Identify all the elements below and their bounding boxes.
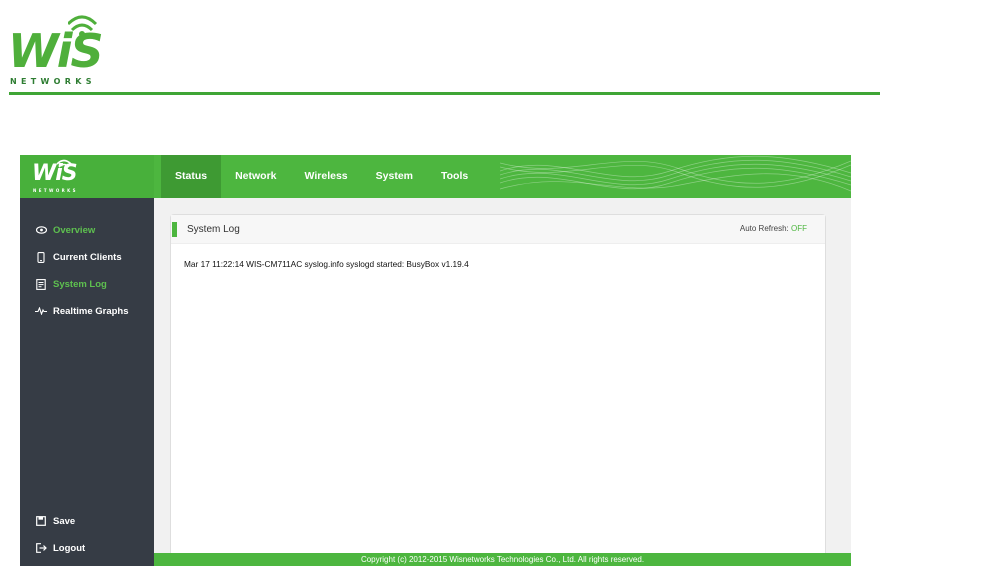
phone-icon	[35, 251, 47, 263]
panel-accent-bar	[172, 222, 177, 237]
nav-tab-network[interactable]: Network	[221, 155, 290, 198]
sidebar-item-overview[interactable]: Overview	[35, 223, 95, 237]
main-nav: Status Network Wireless System Tools	[161, 155, 482, 198]
sidebar-item-realtime-graphs[interactable]: Realtime Graphs	[35, 304, 129, 318]
save-button[interactable]: Save	[35, 514, 75, 528]
document-icon	[35, 278, 47, 290]
logout-button[interactable]: Logout	[35, 541, 85, 555]
save-label: Save	[53, 515, 76, 527]
footer-copyright: Copyright (c) 2012-2015 Wisnetworks Tech…	[154, 553, 851, 566]
log-entry: Mar 17 11:22:14 WIS-CM711AC syslog.info …	[184, 259, 469, 269]
header-divider	[9, 92, 880, 95]
decorative-wave-pattern	[500, 155, 851, 192]
sidebar-item-label: Realtime Graphs	[53, 305, 129, 317]
sidebar-item-label: Current Clients	[53, 251, 122, 263]
nav-tab-wireless[interactable]: Wireless	[291, 155, 362, 198]
panel-header: System Log Auto Refresh: OFF	[171, 215, 825, 244]
panel-title: System Log	[187, 224, 240, 235]
ui-logo-text: WiS	[32, 161, 78, 186]
eye-icon	[35, 224, 47, 236]
ui-logo[interactable]: WiS NETWORKS	[20, 155, 154, 198]
nav-tab-status[interactable]: Status	[161, 155, 222, 198]
auto-refresh-label: Auto Refresh:	[739, 224, 791, 233]
router-ui-frame: WiS NETWORKS Status Network Wireless Sys…	[20, 155, 851, 566]
nav-tab-system[interactable]: System	[362, 155, 427, 198]
logout-label: Logout	[53, 542, 86, 554]
brand-logo-text: WiS	[8, 24, 104, 78]
sidebar-item-current-clients[interactable]: Current Clients	[35, 250, 122, 264]
sidebar: Overview Current Clients System Log Real…	[20, 198, 154, 566]
top-navigation-bar: WiS NETWORKS Status Network Wireless Sys…	[20, 155, 851, 198]
nav-tab-tools[interactable]: Tools	[427, 155, 482, 198]
system-log-panel: System Log Auto Refresh: OFF Mar 17 11:2…	[170, 214, 826, 554]
main-content: System Log Auto Refresh: OFF Mar 17 11:2…	[154, 198, 851, 554]
sidebar-item-system-log[interactable]: System Log	[35, 277, 107, 291]
logout-icon	[35, 542, 47, 554]
auto-refresh-value: OFF	[791, 224, 807, 233]
pulse-icon	[35, 305, 47, 317]
sidebar-item-label: Overview	[53, 224, 96, 236]
save-icon	[35, 515, 47, 527]
brand-logo-subtext: NETWORKS	[10, 77, 96, 86]
brand-logo: WiS NETWORKS	[8, 14, 104, 86]
sidebar-item-label: System Log	[53, 278, 107, 290]
auto-refresh-toggle[interactable]: Auto Refresh: OFF	[740, 224, 807, 233]
ui-logo-subtext: NETWORKS	[33, 188, 78, 193]
